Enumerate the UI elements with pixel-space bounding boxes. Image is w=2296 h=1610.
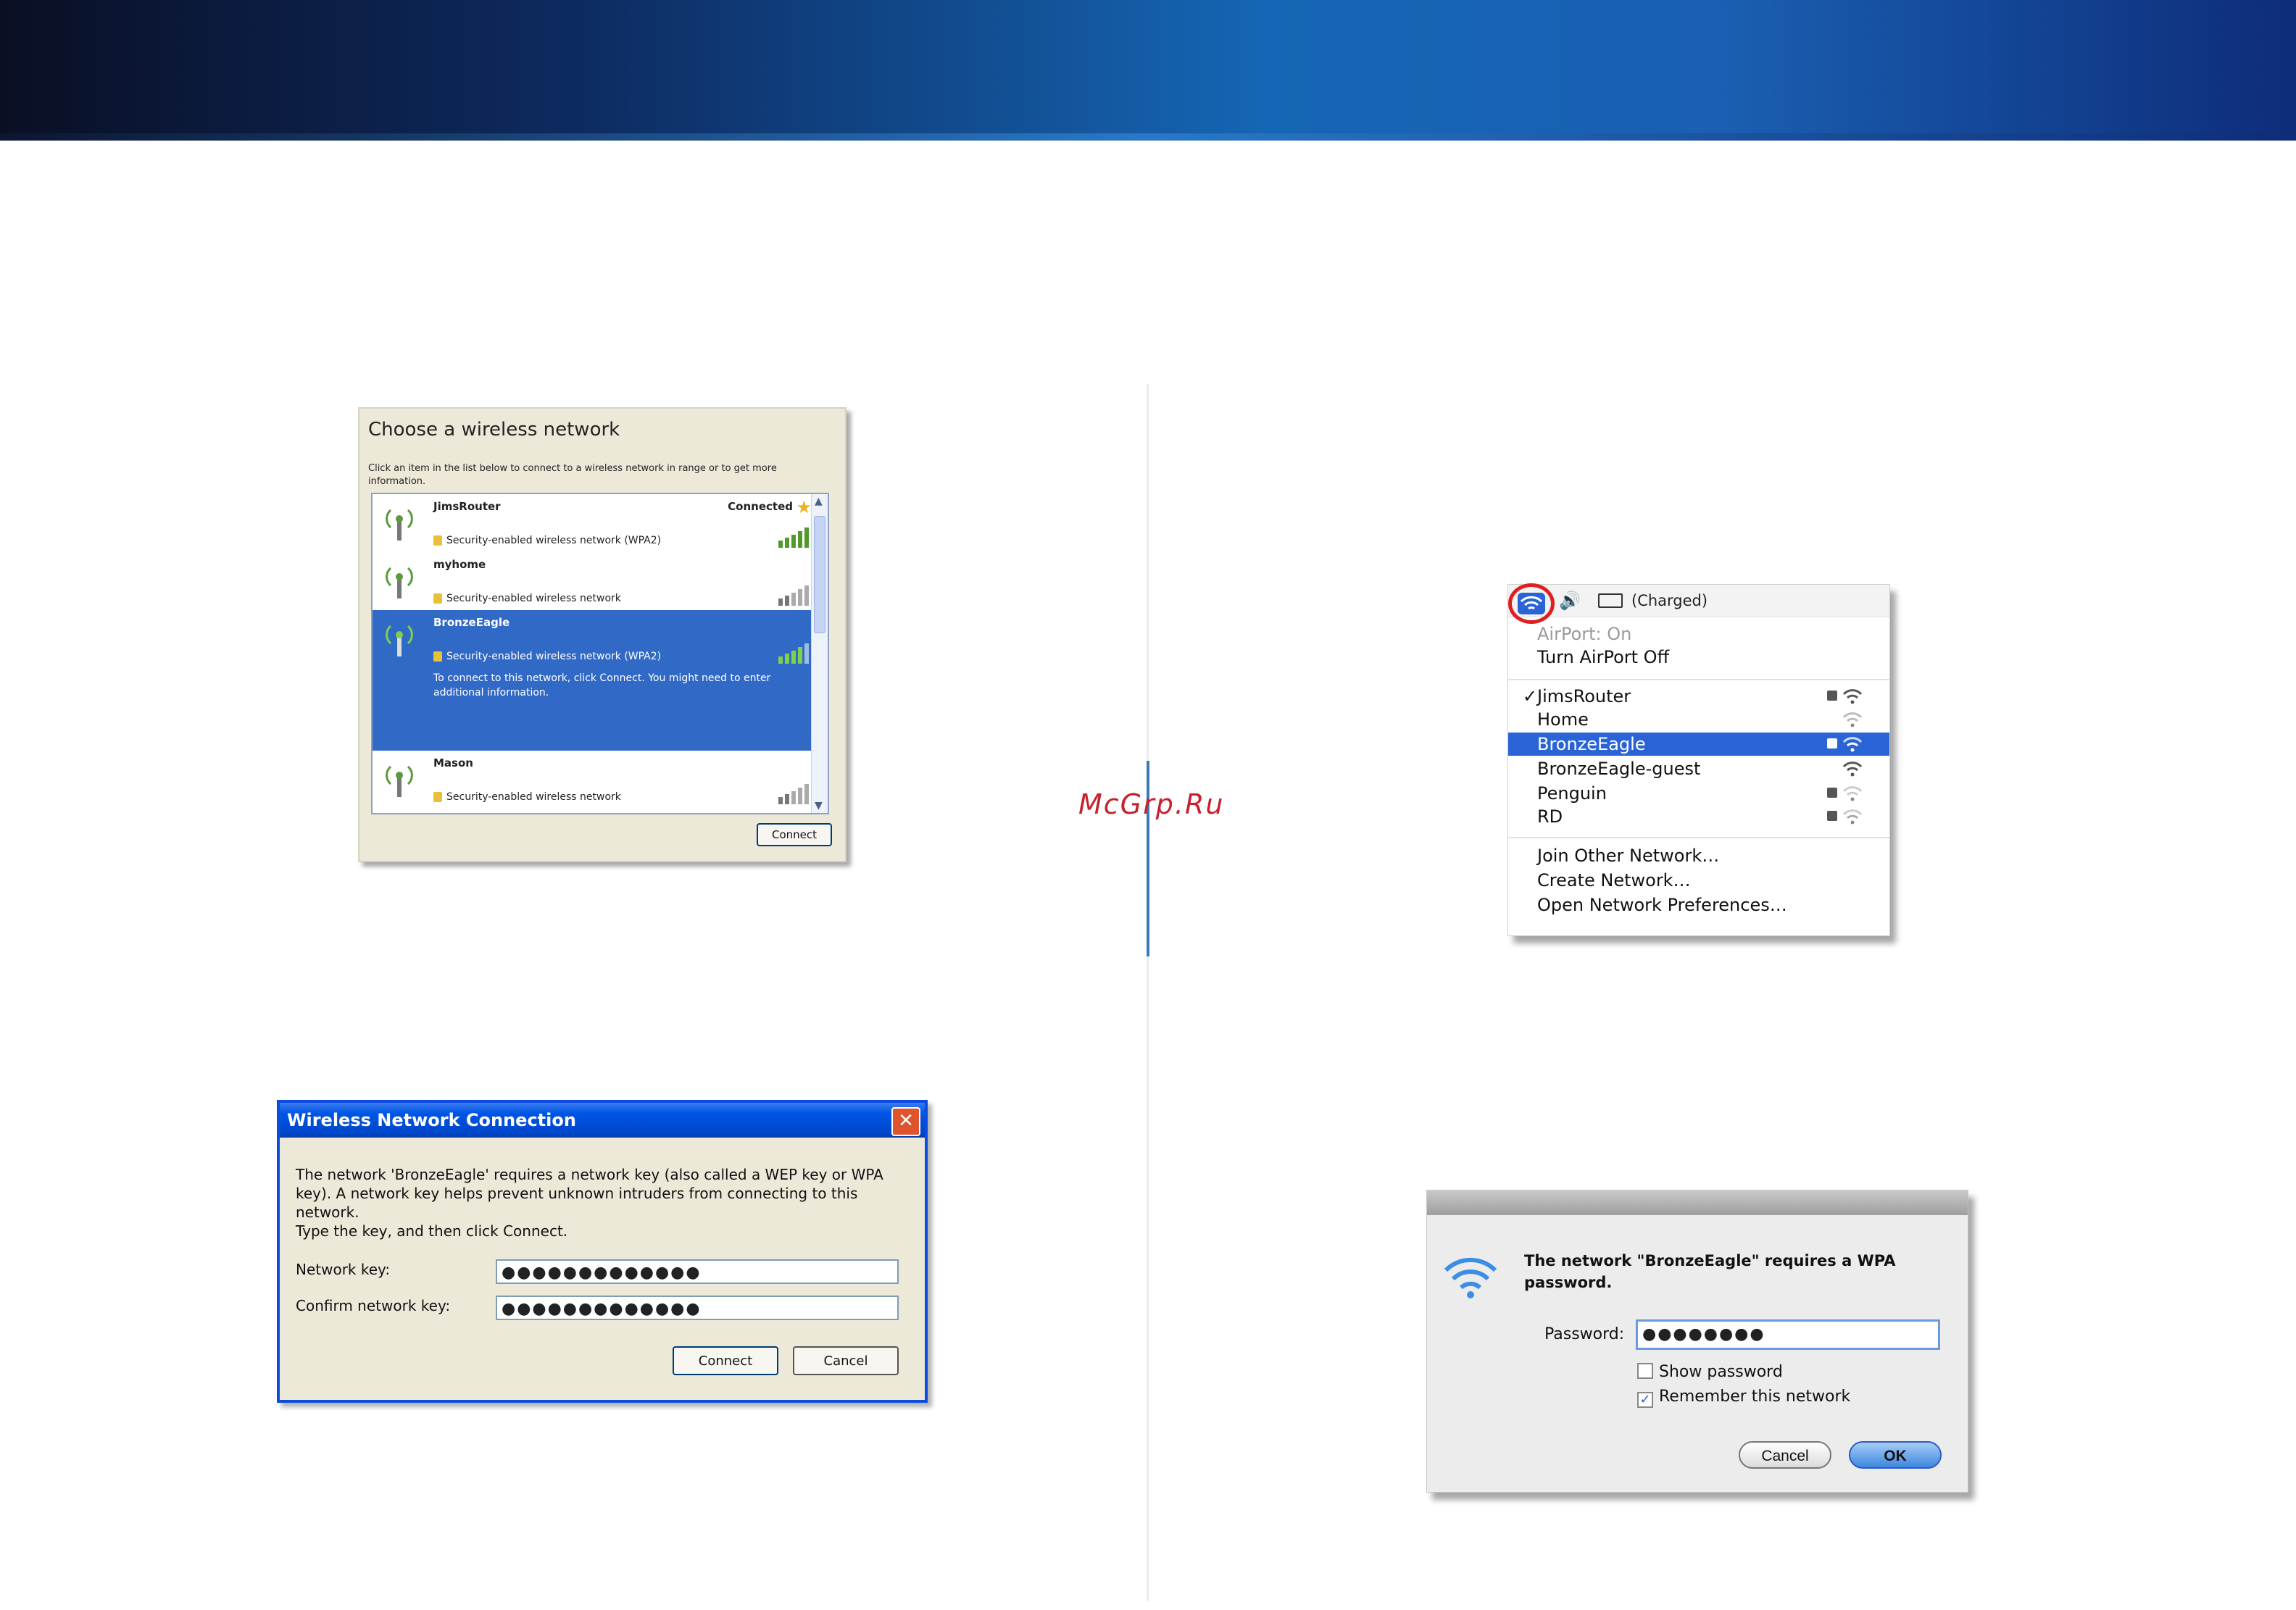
connect-hint: To connect to this network, click Connec… — [433, 672, 771, 698]
dialog-titlebar: Wireless Network Connection ✕ — [280, 1103, 925, 1138]
lock-icon — [433, 535, 442, 546]
network-name: myhome — [433, 558, 486, 571]
password-input[interactable]: ●●●●●●●● — [1636, 1319, 1940, 1350]
join-other-network-item[interactable]: Join Other Network… — [1508, 844, 1889, 867]
volume-icon[interactable]: 🔊 — [1559, 591, 1581, 611]
wireless-tower-icon — [386, 625, 413, 656]
watermark: McGrp.Ru — [1078, 788, 1225, 820]
wifi-signal-icon — [1842, 737, 1863, 752]
menu-network-rd[interactable]: RD — [1508, 805, 1889, 828]
signal-strength-icon — [778, 527, 809, 548]
remember-network-checkbox[interactable]: ✓ Remember this network — [1637, 1388, 1850, 1408]
lock-icon — [1827, 788, 1837, 798]
network-key-label: Network key: — [296, 1261, 391, 1278]
scroll-up-icon[interactable]: ▲ — [815, 496, 823, 507]
security-text: Security-enabled wireless network — [433, 593, 621, 604]
open-network-preferences-item[interactable]: Open Network Preferences… — [1508, 893, 1889, 917]
security-text: Security-enabled wireless network (WPA2) — [433, 651, 661, 662]
connection-status: Connected — [728, 500, 793, 513]
wifi-icon — [1518, 593, 1545, 614]
window-description: Click an item in the list below to conne… — [368, 463, 777, 487]
star-icon: ★ — [796, 497, 812, 517]
lock-icon — [1827, 691, 1837, 701]
lock-icon — [433, 651, 442, 662]
network-name: JimsRouter — [433, 500, 501, 513]
wifi-signal-icon — [1842, 786, 1863, 801]
network-item-mason[interactable]: Mason Security-enabled wireless network — [373, 751, 815, 813]
signal-strength-icon — [778, 585, 809, 606]
cancel-button[interactable]: Cancel — [1739, 1441, 1831, 1469]
checkbox-box-checked[interactable]: ✓ — [1637, 1392, 1653, 1408]
network-item-jimsrouter[interactable]: JimsRouter Connected ★ Security-enabled … — [373, 494, 815, 552]
menu-bar: 🔊 (Charged) — [1508, 583, 1889, 624]
scroll-thumb[interactable] — [814, 516, 825, 633]
connect-button[interactable]: Connect — [757, 823, 832, 846]
create-network-item[interactable]: Create Network… — [1508, 869, 1889, 892]
menu-separator — [1508, 679, 1889, 680]
wireless-tower-icon — [386, 765, 413, 797]
security-text: Security-enabled wireless network (WPA2) — [433, 535, 661, 546]
wireless-tower-icon — [386, 509, 413, 541]
cancel-button[interactable]: Cancel — [793, 1346, 899, 1375]
dialog-instruction: Type the key, and then click Connect. — [296, 1222, 568, 1240]
dialog-titlebar — [1427, 1190, 1968, 1215]
lock-icon — [1827, 738, 1837, 748]
dialog-message: The network "BronzeEagle" requires a WPA… — [1524, 1252, 1896, 1291]
wifi-signal-icon — [1842, 712, 1863, 727]
lock-icon — [433, 593, 442, 604]
network-name: BronzeEagle — [433, 616, 510, 629]
menu-network-bronzeeagle-guest[interactable]: BronzeEagle-guest — [1508, 757, 1889, 780]
close-icon[interactable]: ✕ — [891, 1107, 920, 1136]
wireless-tower-icon — [386, 567, 413, 598]
lock-icon — [1827, 811, 1837, 821]
airport-menu-icon[interactable] — [1508, 583, 1555, 624]
scroll-down-icon[interactable]: ▼ — [815, 800, 823, 812]
wifi-icon — [1444, 1257, 1497, 1298]
window-title: Choose a wireless network — [368, 419, 620, 441]
menu-network-home[interactable]: Home — [1508, 708, 1889, 731]
show-password-checkbox[interactable]: Show password — [1637, 1363, 1783, 1381]
wireless-network-connection-dialog: Wireless Network Connection ✕ The networ… — [277, 1100, 928, 1403]
airport-menu: 🔊 (Charged) AirPort: On Turn AirPort Off… — [1507, 583, 1890, 936]
menu-separator — [1508, 837, 1889, 838]
security-text: Security-enabled wireless network — [433, 791, 621, 803]
header-banner — [0, 0, 2296, 141]
menu-network-jimsrouter[interactable]: ✓ JimsRouter — [1508, 685, 1889, 708]
network-list: JimsRouter Connected ★ Security-enabled … — [371, 493, 829, 814]
column-divider — [1147, 384, 1149, 1601]
signal-strength-icon — [778, 643, 809, 664]
dialog-title: Wireless Network Connection — [287, 1110, 576, 1130]
menu-network-bronzeeagle[interactable]: BronzeEagle — [1508, 733, 1889, 756]
network-item-bronzeeagle[interactable]: BronzeEagle Security-enabled wireless ne… — [373, 610, 815, 751]
confirm-key-field[interactable]: ●●●●●●●●●●●●● — [496, 1296, 899, 1320]
connect-button[interactable]: Connect — [673, 1346, 778, 1375]
checkbox-box[interactable] — [1637, 1363, 1653, 1379]
lock-icon — [433, 792, 442, 802]
dialog-message: The network 'BronzeEagle' requires a net… — [296, 1166, 883, 1221]
confirm-key-label: Confirm network key: — [296, 1297, 451, 1314]
network-item-myhome[interactable]: myhome Security-enabled wireless network — [373, 552, 815, 610]
turn-airport-off-item[interactable]: Turn AirPort Off — [1508, 646, 1889, 669]
battery-icon[interactable] — [1598, 593, 1623, 608]
checkmark-icon: ✓ — [1523, 686, 1538, 706]
wifi-signal-icon — [1842, 689, 1863, 704]
password-label: Password: — [1544, 1325, 1625, 1343]
list-scrollbar[interactable]: ▲ ▼ — [811, 494, 828, 813]
battery-status: (Charged) — [1631, 592, 1708, 609]
wifi-signal-icon — [1842, 809, 1863, 825]
signal-strength-icon — [778, 784, 809, 804]
wifi-signal-icon — [1842, 762, 1863, 777]
network-key-field[interactable]: ●●●●●●●●●●●●● — [496, 1259, 899, 1284]
network-name: Mason — [433, 756, 473, 769]
menu-network-penguin[interactable]: Penguin — [1508, 782, 1889, 805]
choose-wireless-network-window: Choose a wireless network Click an item … — [358, 407, 847, 862]
airport-status: AirPort: On — [1537, 624, 1632, 644]
ok-button[interactable]: OK — [1849, 1441, 1942, 1469]
wpa-password-dialog: The network "BronzeEagle" requires a WPA… — [1426, 1190, 1968, 1493]
